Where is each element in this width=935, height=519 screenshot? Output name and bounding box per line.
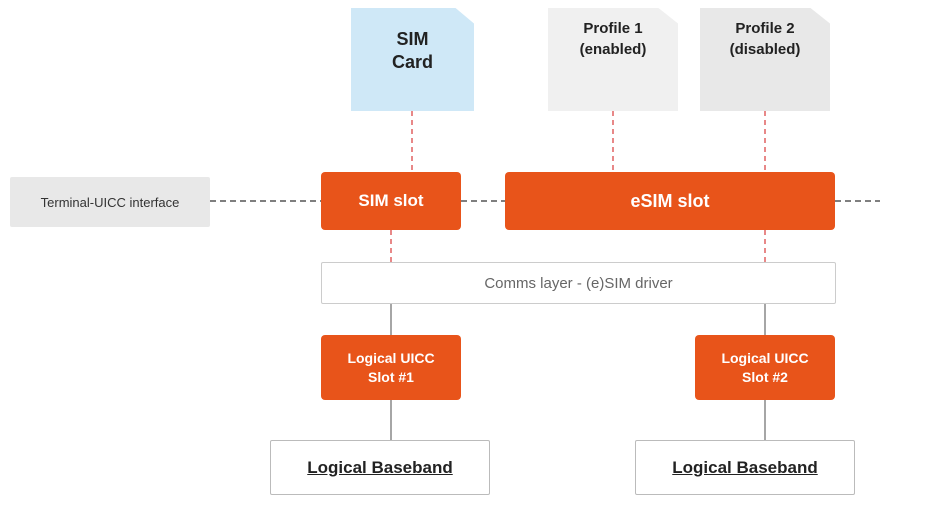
diagram: SIM Card Profile 1 (enabled) Profile 2 (… <box>0 0 935 519</box>
esim-slot-box: eSIM slot <box>505 172 835 230</box>
profile2-label: Profile 2 (disabled) <box>700 18 830 60</box>
logical-baseband2-label: Logical Baseband <box>672 458 817 478</box>
profile1-label: Profile 1 (enabled) <box>548 18 678 60</box>
logical-baseband1-label: Logical Baseband <box>307 458 452 478</box>
logical-baseband1-box: Logical Baseband <box>270 440 490 495</box>
sim-slot-label: SIM slot <box>358 191 423 211</box>
logical-uicc-slot2-label: Logical UICC Slot #2 <box>721 349 808 385</box>
sim-slot-box: SIM slot <box>321 172 461 230</box>
comms-layer-box: Comms layer - (e)SIM driver <box>321 262 836 304</box>
logical-uicc-slot2-box: Logical UICC Slot #2 <box>695 335 835 400</box>
logical-baseband2-box: Logical Baseband <box>635 440 855 495</box>
esim-slot-label: eSIM slot <box>630 191 709 212</box>
sim-card-label: SIM Card <box>351 28 474 75</box>
comms-layer-label: Comms layer - (e)SIM driver <box>484 275 672 292</box>
logical-uicc-slot1-box: Logical UICC Slot #1 <box>321 335 461 400</box>
terminal-uicc-label: Terminal-UICC interface <box>41 195 180 210</box>
terminal-uicc-box: Terminal-UICC interface <box>10 177 210 227</box>
logical-uicc-slot1-label: Logical UICC Slot #1 <box>347 349 434 385</box>
